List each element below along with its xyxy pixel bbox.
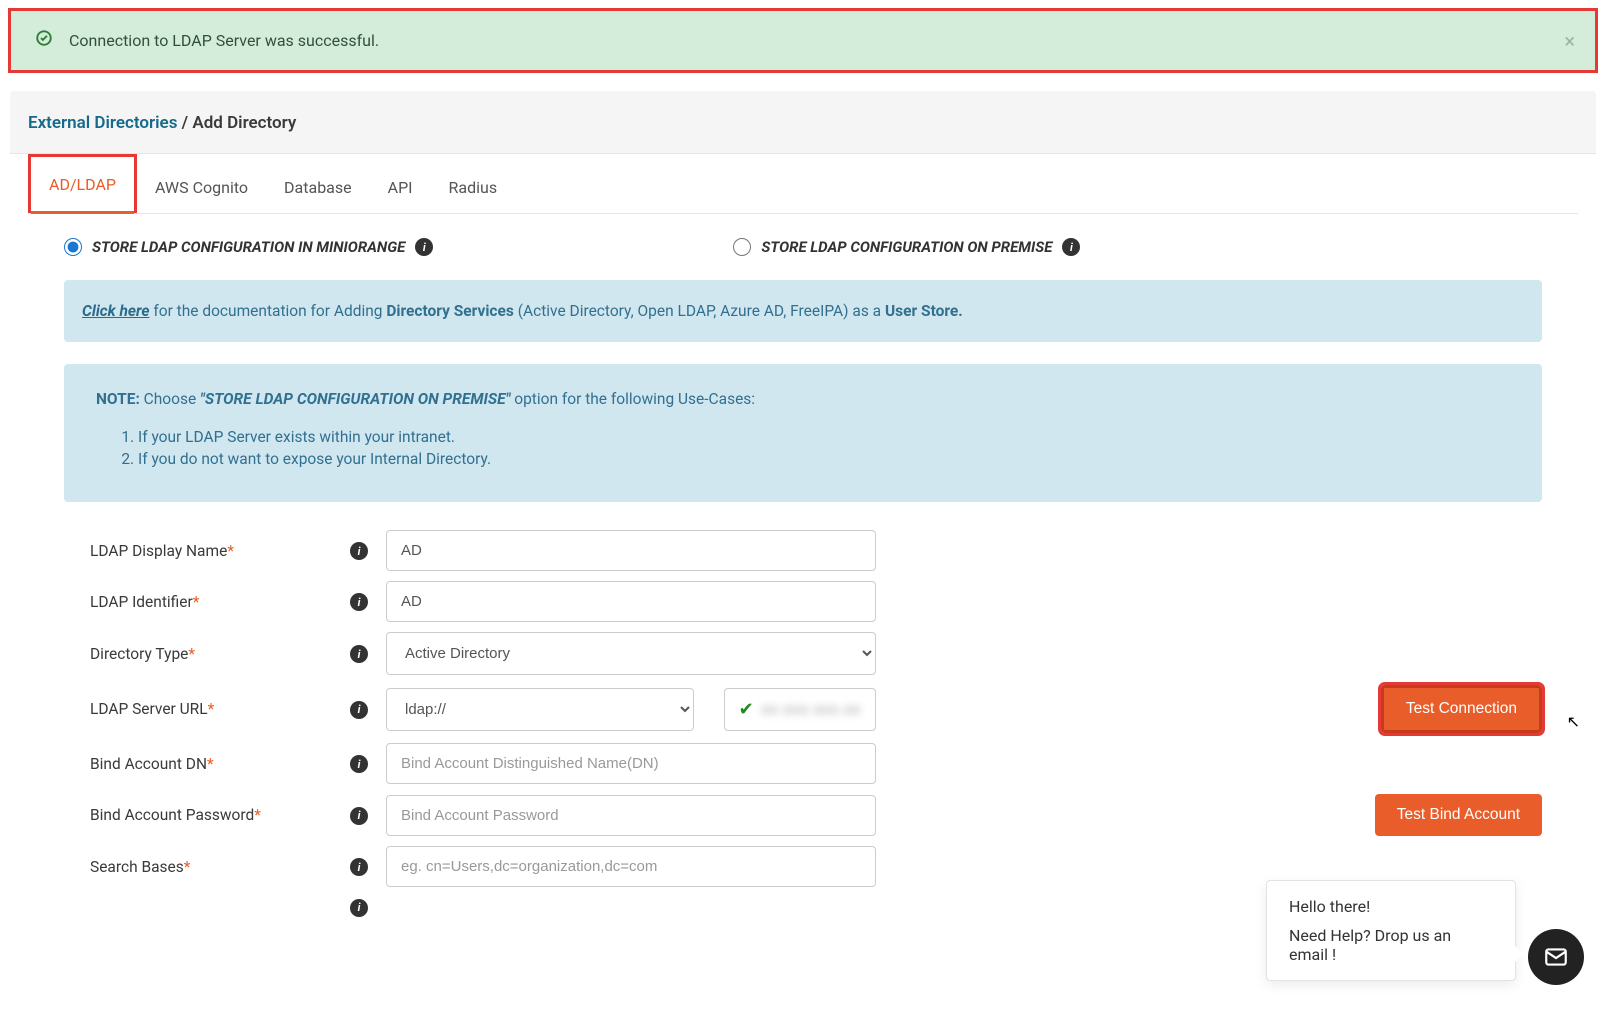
radio-onpremise[interactable] — [733, 238, 751, 256]
chat-help-text: Need Help? Drop us an email ! — [1289, 926, 1493, 964]
bind-dn-label: Bind Account DN* — [90, 755, 350, 773]
mail-icon — [1543, 944, 1569, 970]
alert-message: Connection to LDAP Server was successful… — [69, 31, 379, 50]
tabs: AD/LDAP AWS Cognito Database API Radius — [28, 154, 1578, 214]
info-icon[interactable]: i — [1062, 238, 1080, 256]
success-alert: Connection to LDAP Server was successful… — [8, 8, 1598, 73]
tab-radius[interactable]: Radius — [431, 154, 516, 213]
info-icon[interactable]: i — [350, 701, 368, 719]
tab-adldap[interactable]: AD/LDAP — [28, 154, 137, 213]
tab-api[interactable]: API — [370, 154, 431, 213]
info-icon[interactable]: i — [350, 899, 368, 917]
directory-type-select[interactable]: Active Directory — [386, 632, 876, 675]
doc-click-here-link[interactable]: Click here — [82, 302, 150, 320]
display-name-label: LDAP Display Name* — [90, 542, 350, 560]
note-item-1: If your LDAP Server exists within your i… — [138, 428, 1510, 446]
check-circle-icon — [35, 29, 53, 52]
main-panel: External Directories / Add Directory AD/… — [10, 91, 1596, 941]
info-icon[interactable]: i — [350, 645, 368, 663]
radio-miniorange-label: STORE LDAP CONFIGURATION IN MINIORANGE — [92, 238, 405, 256]
display-name-input[interactable] — [386, 530, 876, 571]
search-bases-input[interactable] — [386, 846, 876, 887]
directory-type-label: Directory Type* — [90, 645, 350, 663]
bind-dn-input[interactable] — [386, 743, 876, 784]
check-icon: ✔ — [739, 699, 754, 720]
cursor-icon: ↖ — [1567, 712, 1580, 731]
close-icon[interactable]: × — [1564, 29, 1575, 53]
server-url-input[interactable]: ✔ xx.xxx.xxx.xx — [724, 688, 876, 731]
protocol-select[interactable]: ldap:// — [386, 688, 694, 731]
server-url-value: xx.xxx.xxx.xx — [762, 700, 861, 718]
info-icon[interactable]: i — [415, 238, 433, 256]
identifier-label: LDAP Identifier* — [90, 593, 350, 611]
identifier-input[interactable] — [386, 581, 876, 622]
info-icon[interactable]: i — [350, 755, 368, 773]
bind-pw-input[interactable] — [386, 795, 876, 836]
info-icon[interactable]: i — [350, 858, 368, 876]
storage-radio-group: STORE LDAP CONFIGURATION IN MINIORANGE i… — [64, 238, 1542, 256]
info-icon[interactable]: i — [350, 542, 368, 560]
note-item-2: If you do not want to expose your Intern… — [138, 450, 1510, 468]
doc-banner: Click here for the documentation for Add… — [64, 280, 1542, 342]
test-bind-button[interactable]: Test Bind Account — [1375, 794, 1542, 836]
info-icon[interactable]: i — [350, 593, 368, 611]
breadcrumb: External Directories / Add Directory — [10, 91, 1596, 153]
breadcrumb-current: Add Directory — [192, 113, 296, 133]
info-icon[interactable]: i — [350, 807, 368, 825]
note-banner: NOTE: Choose "STORE LDAP CONFIGURATION O… — [64, 364, 1542, 502]
search-bases-label: Search Bases* — [90, 858, 350, 876]
tab-database[interactable]: Database — [266, 154, 370, 213]
server-url-label: LDAP Server URL* — [90, 700, 350, 718]
bind-pw-label: Bind Account Password* — [90, 806, 350, 824]
breadcrumb-separator: / — [177, 113, 192, 133]
test-connection-button[interactable]: Test Connection — [1381, 685, 1542, 733]
note-label: NOTE: — [96, 390, 140, 408]
chat-greeting: Hello there! — [1289, 897, 1493, 916]
breadcrumb-parent-link[interactable]: External Directories — [28, 113, 177, 133]
chat-bubble: Hello there! Need Help? Drop us an email… — [1266, 880, 1516, 981]
tab-cognito[interactable]: AWS Cognito — [137, 154, 266, 213]
chat-fab[interactable] — [1528, 929, 1584, 985]
radio-onpremise-label: STORE LDAP CONFIGURATION ON PREMISE — [761, 238, 1052, 256]
radio-miniorange[interactable] — [64, 238, 82, 256]
